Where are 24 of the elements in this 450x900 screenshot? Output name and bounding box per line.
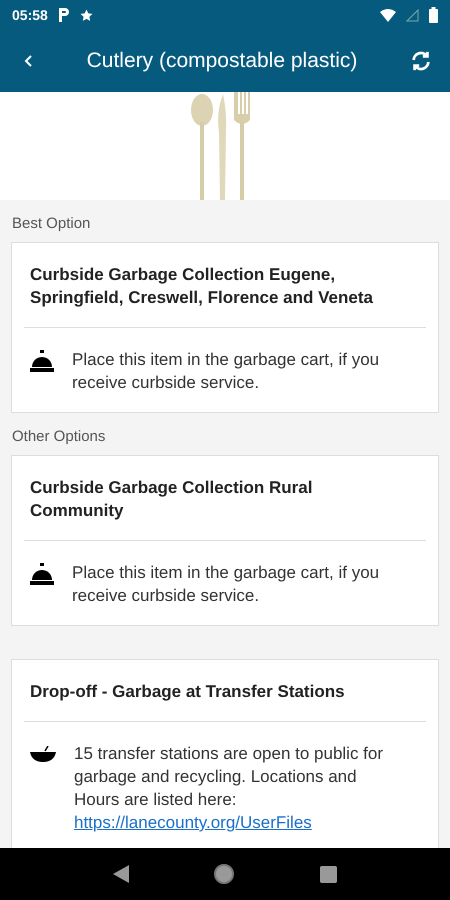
option-description: 15 transfer stations are open to public for garbage and recycling. Locations and Hours are listed here: bbox=[74, 744, 384, 809]
option-title: Curbside Garbage Collection Eugene, Springfield, Creswell, Florence and Veneta bbox=[24, 243, 426, 328]
service-bell-icon bbox=[30, 350, 54, 372]
option-title: Drop-off - Garbage at Transfer Stations bbox=[24, 660, 426, 722]
back-nav-icon[interactable] bbox=[112, 865, 129, 883]
signal-icon bbox=[406, 8, 419, 22]
option-description: Place this item in the garbage cart, if you receive curbside service. bbox=[72, 350, 380, 392]
status-time: 05:58 bbox=[12, 7, 48, 23]
refresh-icon[interactable] bbox=[410, 50, 432, 72]
section-heading: Other Options bbox=[11, 427, 106, 447]
home-nav-icon[interactable] bbox=[214, 864, 234, 884]
parking-icon bbox=[58, 8, 70, 22]
link[interactable]: https://lanecounty.org/UserFiles bbox=[74, 811, 390, 834]
wifi-icon bbox=[380, 8, 396, 22]
option-description: Place this item in the garbage cart, if you receive curbside service. bbox=[72, 563, 380, 605]
bowl-icon bbox=[30, 746, 56, 762]
recents-nav-icon[interactable] bbox=[320, 866, 338, 882]
section-heading: Best Option bbox=[11, 214, 92, 234]
back-button[interactable] bbox=[22, 53, 34, 69]
service-bell-icon bbox=[30, 563, 54, 585]
option-title: Curbside Garbage Collection Rural Community bbox=[24, 456, 426, 541]
star-icon bbox=[80, 8, 93, 22]
battery-icon bbox=[429, 7, 438, 23]
screen-title: Cutlery (compostable plastic) bbox=[86, 49, 358, 73]
